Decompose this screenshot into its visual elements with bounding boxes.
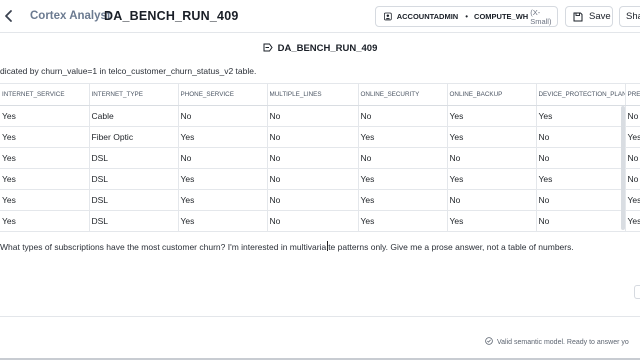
table-cell: No	[625, 147, 640, 169]
table-row: Yes Cable No No No Yes Yes No	[0, 105, 640, 127]
table-cell: Fiber Optic	[89, 126, 179, 148]
table-cell: Yes	[358, 126, 448, 148]
table-cell: Yes	[625, 126, 640, 148]
separator-dot: •	[465, 12, 469, 21]
table-cell: Yes	[178, 168, 268, 190]
back-arrow-icon[interactable]	[1, 8, 17, 24]
column-header[interactable]: DEVICE_PROTECTION_PLAN	[536, 83, 626, 106]
document-title: DA_BENCH_RUN_409	[0, 43, 640, 54]
table-cell: Yes	[536, 105, 626, 127]
table-cell: No	[267, 126, 359, 148]
table-cell: No	[536, 126, 626, 148]
table-cell: Yes	[178, 189, 268, 211]
column-header[interactable]: PRE	[625, 83, 640, 106]
table-cell: No	[358, 147, 448, 169]
table-cell: No	[625, 168, 640, 190]
results-table: INTERNET_SERVICE INTERNET_TYPE PHONE_SER…	[0, 83, 640, 235]
table-cell: Yes	[178, 126, 268, 148]
table-cell: Yes	[0, 189, 90, 211]
table-cell: Yes	[625, 210, 640, 232]
table-cell: Yes	[358, 210, 448, 232]
prompt-text-part2: te patterns only.	[328, 242, 391, 252]
table-cell: No	[267, 210, 359, 232]
table-cell: No	[536, 147, 626, 169]
table-header-row: INTERNET_SERVICE INTERNET_TYPE PHONE_SER…	[0, 83, 640, 106]
role-label: ACCOUNTADMIN	[396, 12, 459, 21]
table-scrollbar[interactable]	[621, 106, 625, 230]
side-handle[interactable]	[634, 285, 640, 299]
table-cell: DSL	[89, 147, 179, 169]
column-header[interactable]: INTERNET_TYPE	[89, 83, 179, 106]
table-cell: Yes	[0, 126, 90, 148]
table-cell: Yes	[0, 168, 90, 190]
table-cell: No	[536, 210, 626, 232]
table-cell: Yes	[358, 189, 448, 211]
save-icon	[573, 12, 583, 21]
column-header[interactable]: ONLINE_SECURITY	[358, 83, 448, 106]
role-warehouse-selector[interactable]: ACCOUNTADMIN • COMPUTE_WH (X-Small)	[375, 6, 558, 27]
table-cell: No	[358, 105, 448, 127]
check-circle-icon	[485, 337, 493, 345]
table-cell: No	[267, 189, 359, 211]
table-cell: Yes	[447, 126, 537, 148]
app-name: Cortex Analyst	[30, 10, 111, 22]
run-name: DA_BENCH_RUN_409	[104, 9, 239, 23]
table-row: Yes Fiber Optic Yes No Yes Yes No Yes	[0, 126, 640, 148]
prompt-input[interactable]: What types of subscriptions have the mos…	[0, 241, 574, 252]
footer-bar: Valid semantic model. Ready to answer yo	[0, 316, 640, 360]
prompt-text-part3: Give me a prose answer, not a table of n…	[390, 242, 574, 252]
table-cell: Yes	[536, 168, 626, 190]
table-cell: No	[625, 105, 640, 127]
share-button[interactable]: Sha	[619, 6, 640, 27]
table-row: Yes DSL Yes No Yes No No Yes	[0, 189, 640, 211]
table-row: Yes DSL No No No No No No	[0, 147, 640, 169]
warehouse-size: (X-Small)	[530, 7, 552, 26]
status-text: Valid semantic model. Ready to answer yo	[497, 339, 629, 346]
table-cell: Yes	[625, 189, 640, 211]
column-header[interactable]: INTERNET_SERVICE	[0, 83, 90, 106]
table-cell: Yes	[447, 210, 537, 232]
table-cell: No	[447, 147, 537, 169]
table-cell: Yes	[358, 168, 448, 190]
table-cell: No	[536, 189, 626, 211]
table-cell: No	[447, 189, 537, 211]
table-cell: Yes	[178, 210, 268, 232]
column-header[interactable]: MULTIPLE_LINES	[267, 83, 359, 106]
column-header[interactable]: PHONE_SERVICE	[178, 83, 268, 106]
warehouse-label: COMPUTE_WH	[474, 12, 529, 21]
document-title-text: DA_BENCH_RUN_409	[277, 43, 378, 54]
description-text: dicated by churn_value=1 in telco_custom…	[0, 66, 257, 76]
table-cell: No	[178, 105, 268, 127]
table-cell: Yes	[0, 210, 90, 232]
table-cell: No	[267, 105, 359, 127]
table-cell: No	[178, 147, 268, 169]
table-cell: Yes	[0, 105, 90, 127]
table-cell: No	[267, 168, 359, 190]
table-cell: No	[267, 147, 359, 169]
table-cell: DSL	[89, 210, 179, 232]
semantic-model-icon	[263, 43, 273, 52]
table-cell: Cable	[89, 105, 179, 127]
save-button-label: Save	[589, 11, 611, 22]
column-header[interactable]: ONLINE_BACKUP	[447, 83, 537, 106]
save-button[interactable]: Save	[565, 6, 613, 27]
table-cell: Yes	[0, 147, 90, 169]
table-cell: DSL	[89, 189, 179, 211]
table-row: Yes DSL Yes No Yes Yes No Yes	[0, 210, 640, 232]
table-cell: Yes	[447, 105, 537, 127]
top-bar: Cortex Analyst DA_BENCH_RUN_409 ACCOUNTA…	[0, 0, 640, 33]
user-role-icon	[384, 12, 392, 21]
table-row: Yes DSL Yes No Yes Yes Yes No	[0, 168, 640, 190]
table-cell: Yes	[447, 168, 537, 190]
prompt-text-part1: What types of subscriptions have the mos…	[0, 242, 327, 252]
status-message: Valid semantic model. Ready to answer yo	[485, 337, 629, 346]
table-cell: DSL	[89, 168, 179, 190]
